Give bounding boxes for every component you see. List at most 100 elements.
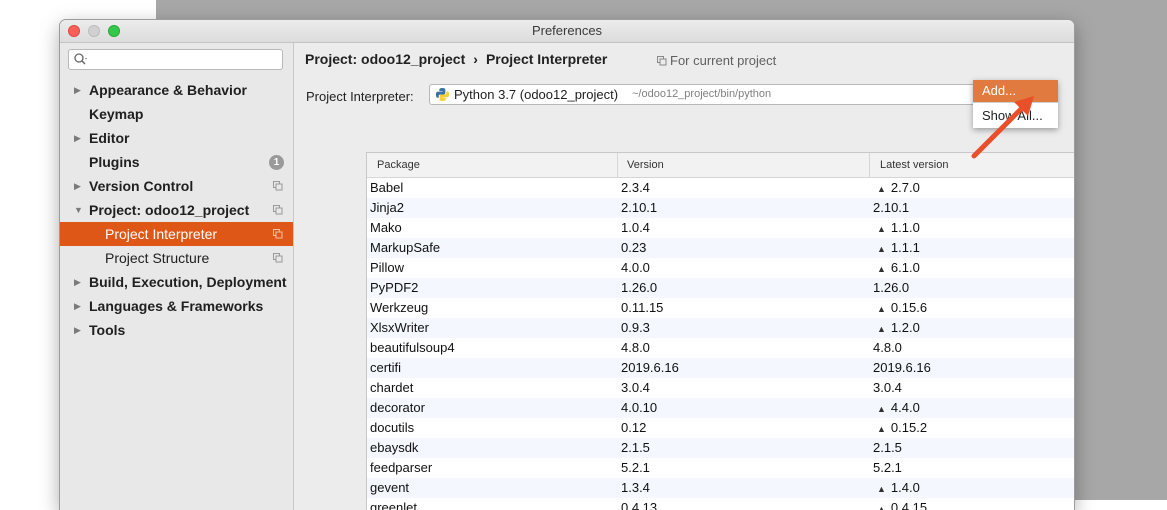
settings-sidebar: ▶ Appearance & Behavior Keymap ▶ Editor … xyxy=(60,43,294,510)
package-latest-version: ▲ 2.7.0 xyxy=(873,178,920,199)
sidebar-item-project-structure[interactable]: Project Structure xyxy=(60,246,293,270)
latest-version-value: 3.0.4 xyxy=(873,380,902,395)
column-header-package[interactable]: Package xyxy=(377,153,420,177)
latest-version-value: 1.1.0 xyxy=(890,220,920,235)
package-version: 4.0.10 xyxy=(621,400,658,415)
upgrade-available-icon[interactable]: ▲ xyxy=(877,324,886,334)
package-latest-version: ▲ 0.15.6 xyxy=(873,298,927,319)
sidebar-item-label: Keymap xyxy=(89,106,144,122)
expand-arrow-icon[interactable]: ▶ xyxy=(74,78,81,102)
sidebar-item-label: Editor xyxy=(89,130,130,146)
package-name: beautifulsoup4 xyxy=(370,340,455,355)
column-header-version[interactable]: Version xyxy=(627,153,664,177)
scope-note: For current project xyxy=(657,53,776,68)
package-name: PyPDF2 xyxy=(370,280,419,295)
sidebar-item-keymap[interactable]: Keymap xyxy=(60,102,293,126)
package-version: 0.23 xyxy=(621,240,647,255)
package-name: ebaysdk xyxy=(370,440,419,455)
package-latest-version: 4.8.0 xyxy=(873,338,902,358)
expand-arrow-icon[interactable]: ▶ xyxy=(74,174,81,198)
package-version: 4.0.0 xyxy=(621,260,650,275)
expand-arrow-icon[interactable]: ▶ xyxy=(74,270,81,294)
search-icon xyxy=(74,53,87,65)
expand-arrow-icon[interactable]: ▶ xyxy=(74,126,81,150)
column-divider[interactable] xyxy=(869,153,870,177)
sidebar-item-project-interpreter[interactable]: Project Interpreter xyxy=(60,222,293,246)
upgrade-available-icon[interactable]: ▲ xyxy=(877,184,886,194)
sidebar-item-label: Tools xyxy=(89,322,126,338)
package-name: certifi xyxy=(370,360,402,375)
interpreter-name: Python 3.7 (odoo12_project) xyxy=(454,87,619,102)
table-row[interactable]: certifi 2019.6.16 2019.6.16 xyxy=(367,358,1074,378)
window-title: Preferences xyxy=(531,23,603,38)
column-header-latest-version[interactable]: Latest version xyxy=(880,153,948,177)
latest-version-value: 0.15.6 xyxy=(890,300,928,315)
package-name: XlsxWriter xyxy=(370,320,429,335)
table-body: Babel 2.3.4 ▲ 2.7.0 Jinja2 2.10.1 2.10.1 Mako 1.… xyxy=(367,178,1074,510)
package-name: Babel xyxy=(370,180,404,195)
close-window-button[interactable] xyxy=(68,25,80,37)
table-row[interactable]: beautifulsoup4 4.8.0 4.8.0 xyxy=(367,338,1074,358)
latest-version-value: 4.8.0 xyxy=(873,340,902,355)
table-row[interactable]: gevent 1.3.4 ▲ 1.4.0 xyxy=(367,478,1074,498)
latest-version-value: 5.2.1 xyxy=(873,460,902,475)
latest-version-value: 2.10.1 xyxy=(873,200,910,215)
latest-version-value: 4.4.0 xyxy=(890,400,920,415)
upgrade-available-icon[interactable]: ▲ xyxy=(877,264,886,274)
table-row[interactable]: ebaysdk 2.1.5 2.1.5 xyxy=(367,438,1074,458)
search-input[interactable] xyxy=(68,49,283,70)
sidebar-item-editor[interactable]: ▶ Editor xyxy=(60,126,293,150)
project-scope-icon xyxy=(273,181,283,191)
table-row[interactable]: Babel 2.3.4 ▲ 2.7.0 xyxy=(367,178,1074,198)
sidebar-item-label: Project: odoo12_project xyxy=(89,202,250,218)
sidebar-item-label: Appearance & Behavior xyxy=(89,82,247,98)
package-latest-version: ▲ 1.1.0 xyxy=(873,218,920,239)
package-latest-version: ▲ 4.4.0 xyxy=(873,398,920,419)
annotation-arrow-icon xyxy=(971,96,1034,159)
table-row[interactable]: Mako 1.0.4 ▲ 1.1.0 xyxy=(367,218,1074,238)
upgrade-available-icon[interactable]: ▲ xyxy=(877,404,886,414)
collapse-arrow-icon[interactable]: ▼ xyxy=(74,198,83,222)
column-divider[interactable] xyxy=(617,153,618,177)
package-latest-version: ▲ 1.1.1 xyxy=(873,238,920,259)
sidebar-item-plugins[interactable]: Plugins 1 xyxy=(60,150,293,174)
sidebar-item-project[interactable]: ▼ Project: odoo12_project xyxy=(60,198,293,222)
table-row[interactable]: Jinja2 2.10.1 2.10.1 xyxy=(367,198,1074,218)
upgrade-available-icon[interactable]: ▲ xyxy=(877,304,886,314)
sidebar-item-languages[interactable]: ▶ Languages & Frameworks xyxy=(60,294,293,318)
table-row[interactable]: MarkupSafe 0.23 ▲ 1.1.1 xyxy=(367,238,1074,258)
table-row[interactable]: chardet 3.0.4 3.0.4 xyxy=(367,378,1074,398)
packages-table: Package Version Latest version Babel 2.3.… xyxy=(366,152,1074,510)
package-latest-version: 3.0.4 xyxy=(873,378,902,398)
sidebar-item-label: Plugins xyxy=(89,154,140,170)
upgrade-available-icon[interactable]: ▲ xyxy=(877,504,886,510)
expand-arrow-icon[interactable]: ▶ xyxy=(74,294,81,318)
table-row[interactable]: Pillow 4.0.0 ▲ 6.1.0 xyxy=(367,258,1074,278)
upgrade-available-icon[interactable]: ▲ xyxy=(877,224,886,234)
upgrade-available-icon[interactable]: ▲ xyxy=(877,244,886,254)
table-row[interactable]: PyPDF2 1.26.0 1.26.0 xyxy=(367,278,1074,298)
package-version: 2.1.5 xyxy=(621,440,650,455)
table-row[interactable]: docutils 0.12 ▲ 0.15.2 xyxy=(367,418,1074,438)
table-row[interactable]: Werkzeug 0.11.15 ▲ 0.15.6 xyxy=(367,298,1074,318)
sidebar-item-version-control[interactable]: ▶ Version Control xyxy=(60,174,293,198)
upgrade-available-icon[interactable]: ▲ xyxy=(877,484,886,494)
table-row[interactable]: decorator 4.0.10 ▲ 4.4.0 xyxy=(367,398,1074,418)
table-row[interactable]: XlsxWriter 0.9.3 ▲ 1.2.0 xyxy=(367,318,1074,338)
latest-version-value: 6.1.0 xyxy=(890,260,920,275)
sidebar-item-appearance[interactable]: ▶ Appearance & Behavior xyxy=(60,78,293,102)
package-name: chardet xyxy=(370,380,414,395)
latest-version-value: 1.2.0 xyxy=(890,320,920,335)
sidebar-item-tools[interactable]: ▶ Tools xyxy=(60,318,293,342)
minimize-window-button[interactable] xyxy=(88,25,100,37)
package-name: feedparser xyxy=(370,460,433,475)
sidebar-item-build[interactable]: ▶ Build, Execution, Deployment xyxy=(60,270,293,294)
table-row[interactable]: feedparser 5.2.1 5.2.1 xyxy=(367,458,1074,478)
expand-arrow-icon[interactable]: ▶ xyxy=(74,318,81,342)
latest-version-value: 1.1.1 xyxy=(890,240,920,255)
interpreter-select[interactable]: Python 3.7 (odoo12_project) ~/odoo12_pro… xyxy=(429,84,1032,105)
sidebar-item-label: Languages & Frameworks xyxy=(89,298,264,314)
zoom-window-button[interactable] xyxy=(108,25,120,37)
upgrade-available-icon[interactable]: ▲ xyxy=(877,424,886,434)
package-version: 1.3.4 xyxy=(621,480,650,495)
